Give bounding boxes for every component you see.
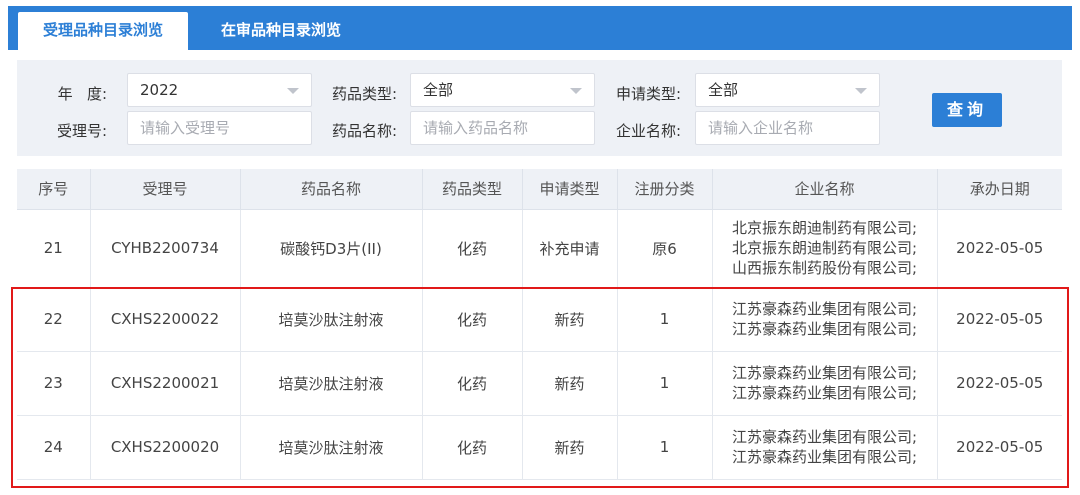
chevron-down-icon — [287, 88, 299, 94]
cell-apply-type: 新药 — [522, 351, 618, 416]
cell-accept-no[interactable]: CXHS2200020 — [90, 415, 241, 480]
cell-apply-type: 新药 — [522, 287, 618, 352]
col-header-company[interactable]: 企业名称 — [712, 169, 938, 210]
cell-accept-no[interactable]: CXHS2200022 — [90, 287, 241, 352]
tab-under-review-catalog[interactable]: 在审品种目录浏览 — [206, 12, 356, 50]
company-label: 企业名称: — [615, 122, 681, 140]
cell-drug-name: 培莫沙肽注射液 — [240, 415, 423, 480]
cell-reg-class: 1 — [617, 287, 713, 352]
cell-drug-name: 培莫沙肽注射液 — [240, 351, 423, 416]
cell-no: 24 — [17, 415, 91, 480]
cell-no: 23 — [17, 351, 91, 416]
table-row[interactable]: 21 CYHB2200734 碳酸钙D3片(II) 化药 补充申请 原6 北京振… — [17, 209, 1062, 288]
drug-type-value: 全部 — [423, 81, 454, 99]
accept-no-label: 受理号: — [56, 122, 107, 140]
company-line: 北京振东朗迪制药有限公司; — [731, 239, 918, 257]
col-header-accept-no[interactable]: 受理号 — [90, 169, 241, 210]
search-button[interactable]: 查询 — [932, 93, 1002, 127]
table-row[interactable]: 22 CXHS2200022 培莫沙肽注射液 化药 新药 1 江苏豪森药业集团有… — [17, 287, 1062, 352]
drug-name-label: 药品名称: — [331, 122, 397, 140]
col-header-date[interactable]: 承办日期 — [937, 169, 1062, 210]
cell-reg-class: 1 — [617, 351, 713, 416]
cell-date: 2022-05-05 — [937, 209, 1062, 288]
apply-type-value: 全部 — [708, 81, 739, 99]
company-line: 江苏豪森药业集团有限公司; — [731, 428, 918, 446]
cell-date: 2022-05-05 — [937, 287, 1062, 352]
cell-company: 江苏豪森药业集团有限公司; 江苏豪森药业集团有限公司; — [712, 287, 938, 352]
chevron-down-icon — [570, 88, 582, 94]
cell-accept-no[interactable]: CXHS2200021 — [90, 351, 241, 416]
company-line: 江苏豪森药业集团有限公司; — [731, 320, 918, 338]
company-line: 江苏豪森药业集团有限公司; — [731, 364, 918, 382]
cell-drug-type: 化药 — [422, 351, 523, 416]
cell-apply-type: 新药 — [522, 415, 618, 480]
results-table: 序号 受理号 药品名称 药品类型 申请类型 注册分类 企业名称 承办日期 21 … — [17, 169, 1062, 480]
col-header-drug-type[interactable]: 药品类型 — [422, 169, 523, 210]
drug-name-input[interactable]: 请输入药品名称 — [410, 111, 595, 145]
cell-reg-class: 原6 — [617, 209, 713, 288]
company-line: 江苏豪森药业集团有限公司; — [731, 448, 918, 466]
company-line: 江苏豪森药业集团有限公司; — [731, 384, 918, 402]
cell-drug-type: 化药 — [422, 209, 523, 288]
accept-no-input[interactable]: 请输入受理号 — [127, 111, 312, 145]
filter-panel: 年 度: 2022 药品类型: 全部 申请类型: 全部 受理号: 请输入受理号 … — [17, 60, 1062, 156]
cell-date: 2022-05-05 — [937, 415, 1062, 480]
cell-drug-type: 化药 — [422, 287, 523, 352]
table-header-row: 序号 受理号 药品名称 药品类型 申请类型 注册分类 企业名称 承办日期 — [17, 169, 1062, 210]
cell-drug-name: 碳酸钙D3片(II) — [240, 209, 423, 288]
cell-apply-type: 补充申请 — [522, 209, 618, 288]
cell-reg-class: 1 — [617, 415, 713, 480]
cell-date: 2022-05-05 — [937, 351, 1062, 416]
drug-type-label: 药品类型: — [331, 85, 397, 103]
year-value: 2022 — [140, 81, 179, 99]
apply-type-label: 申请类型: — [615, 85, 681, 103]
col-header-drug-name[interactable]: 药品名称 — [240, 169, 423, 210]
col-header-reg-class[interactable]: 注册分类 — [617, 169, 713, 210]
table-row[interactable]: 24 CXHS2200020 培莫沙肽注射液 化药 新药 1 江苏豪森药业集团有… — [17, 415, 1062, 480]
col-header-no[interactable]: 序号 — [17, 169, 91, 210]
apply-type-select[interactable]: 全部 — [695, 73, 880, 107]
company-line: 北京振东朗迪制药有限公司; — [731, 219, 918, 237]
company-line: 江苏豪森药业集团有限公司; — [731, 300, 918, 318]
chevron-down-icon — [855, 88, 867, 94]
company-line: 山西振东制药股份有限公司; — [731, 259, 918, 277]
cell-company: 江苏豪森药业集团有限公司; 江苏豪森药业集团有限公司; — [712, 415, 938, 480]
cell-company: 北京振东朗迪制药有限公司; 北京振东朗迪制药有限公司; 山西振东制药股份有限公司… — [712, 209, 938, 288]
cell-drug-name: 培莫沙肽注射液 — [240, 287, 423, 352]
year-select[interactable]: 2022 — [127, 73, 312, 107]
cell-no: 22 — [17, 287, 91, 352]
year-label: 年 度: — [57, 85, 107, 103]
cell-no: 21 — [17, 209, 91, 288]
company-input[interactable]: 请输入企业名称 — [695, 111, 880, 145]
table-row[interactable]: 23 CXHS2200021 培莫沙肽注射液 化药 新药 1 江苏豪森药业集团有… — [17, 351, 1062, 416]
cell-accept-no[interactable]: CYHB2200734 — [90, 209, 241, 288]
drug-type-select[interactable]: 全部 — [410, 73, 595, 107]
col-header-apply-type[interactable]: 申请类型 — [522, 169, 618, 210]
cell-drug-type: 化药 — [422, 415, 523, 480]
tab-accepted-catalog[interactable]: 受理品种目录浏览 — [18, 12, 188, 50]
cell-company: 江苏豪森药业集团有限公司; 江苏豪森药业集团有限公司; — [712, 351, 938, 416]
tab-bar: 受理品种目录浏览 在审品种目录浏览 — [8, 6, 1072, 50]
